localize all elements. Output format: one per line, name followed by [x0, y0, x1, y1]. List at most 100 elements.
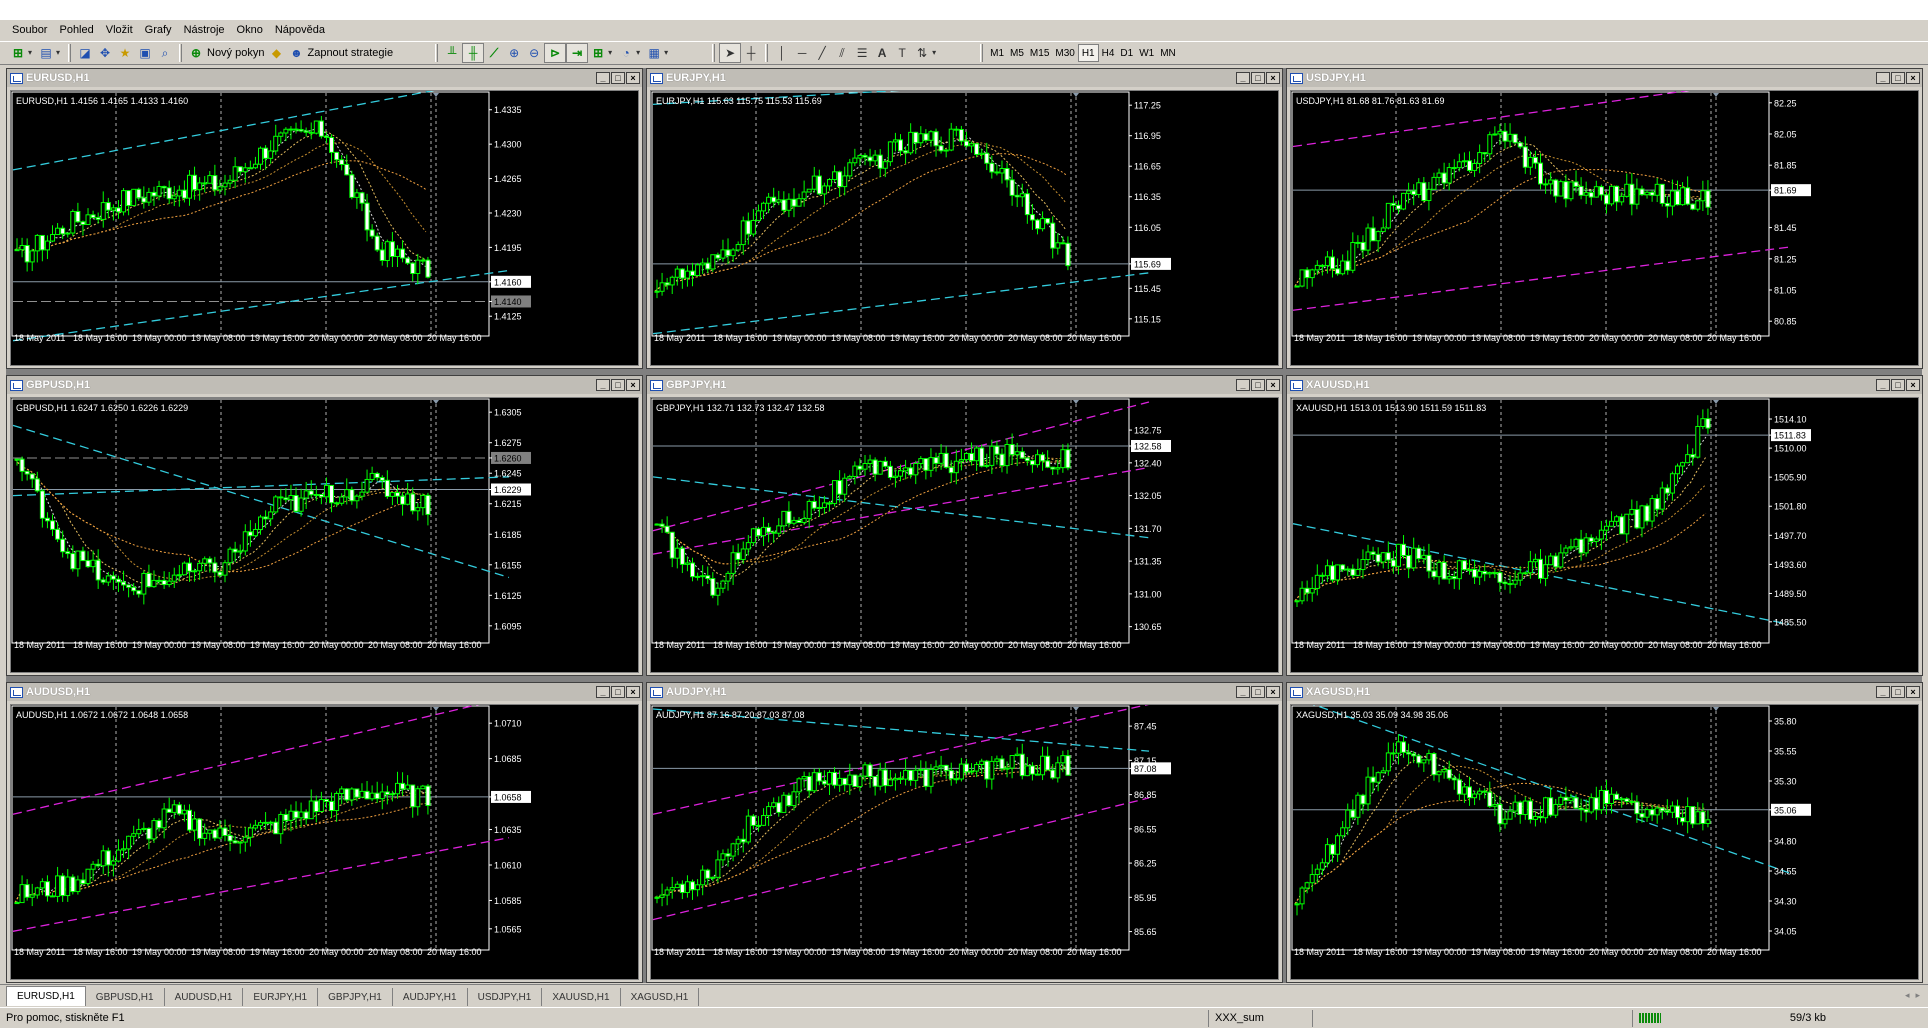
chart-window[interactable]: XAUUSD,H1 _ □ × 1514.10 1511.83 1510.00 1505.90…	[1286, 375, 1923, 676]
timeframe-button-m1[interactable]: M1	[987, 44, 1007, 62]
minimize-icon[interactable]: _	[1876, 379, 1890, 391]
timeframe-button-h4[interactable]: H4	[1099, 44, 1118, 62]
close-icon[interactable]: ×	[626, 72, 640, 84]
chart-tab[interactable]: AUDJPY,H1	[393, 988, 468, 1006]
chart-window-titlebar[interactable]: USDJPY,H1 _ □ ×	[1287, 69, 1922, 87]
horizontal-line-button[interactable]: ─	[792, 43, 812, 63]
vertical-line-button[interactable]: │	[772, 43, 792, 63]
chart-canvas[interactable]: 1.4335 1.4300 1.4265 1.4230 1.4195 1.4160 1.41…	[10, 90, 639, 366]
strategies-button[interactable]: ☻ Zapnout strategie	[286, 43, 395, 63]
maximize-icon[interactable]: □	[1891, 686, 1905, 698]
data-window-button[interactable]: ✥	[95, 43, 115, 63]
chart-tab[interactable]: EURUSD,H1	[6, 986, 86, 1006]
maximize-icon[interactable]: □	[1251, 379, 1265, 391]
market-watch-button[interactable]: ◪	[75, 43, 95, 63]
close-icon[interactable]: ×	[1906, 72, 1920, 84]
menu-item-3[interactable]: Grafy	[139, 24, 178, 36]
chart-window-titlebar[interactable]: XAGUSD,H1 _ □ ×	[1287, 683, 1922, 701]
chart-canvas[interactable]: 1514.10 1511.83 1510.00 1505.90 1501.80 1497.…	[1290, 397, 1919, 673]
chart-window[interactable]: EURUSD,H1 _ □ × 1.4335 1.4300 1.4265 1.4230 1.41…	[6, 68, 643, 369]
cursor-tool-button[interactable]: ➤	[719, 43, 742, 63]
menu-item-1[interactable]: Pohled	[53, 24, 99, 36]
minimize-icon[interactable]: _	[1876, 686, 1890, 698]
chart-window[interactable]: AUDUSD,H1 _ □ × 1.0710 1.0685 1.0658 1.0635 1.06…	[6, 682, 643, 983]
chart-tab[interactable]: XAUUSD,H1	[542, 988, 621, 1006]
templates-button[interactable]: ▦ ▾	[644, 43, 672, 63]
chart-window[interactable]: USDJPY,H1 _ □ × 82.25 82.05 81.85 81.69 81.45 81.…	[1286, 68, 1923, 369]
chart-tab[interactable]: AUDUSD,H1	[165, 988, 244, 1006]
chart-shift-button[interactable]: ⇥	[566, 43, 589, 63]
chart-window[interactable]: GBPJPY,H1 _ □ × 132.75 132.58 132.40 132.05 131.…	[646, 375, 1283, 676]
chart-window[interactable]: GBPUSD,H1 _ □ × 1.6305 1.6275 1.6260 1.6245 1.62…	[6, 375, 643, 676]
chart-window-titlebar[interactable]: GBPUSD,H1 _ □ ×	[7, 376, 642, 394]
chart-window-titlebar[interactable]: XAUUSD,H1 _ □ ×	[1287, 376, 1922, 394]
terminal-button[interactable]: ▣	[135, 43, 155, 63]
chart-window[interactable]: XAGUSD,H1 _ □ × 35.80 35.55 35.30 35.06 34.80 34.…	[1286, 682, 1923, 983]
timeframe-button-h1[interactable]: H1	[1077, 44, 1099, 62]
chart-window[interactable]: EURJPY,H1 _ □ × 117.25 116.95 116.65 116.35 116.…	[646, 68, 1283, 369]
menu-item-6[interactable]: Nápověda	[269, 24, 331, 36]
close-icon[interactable]: ×	[626, 379, 640, 391]
minimize-icon[interactable]: _	[1236, 379, 1250, 391]
chart-canvas[interactable]: 35.80 35.55 35.30 35.06 34.80 34.55 34.30 34.05…	[1290, 704, 1919, 980]
new-order-button[interactable]: ⊕ Nový pokyn	[186, 43, 266, 63]
navigator-button[interactable]: ★	[115, 43, 135, 63]
channel-button[interactable]: ⫽	[832, 43, 852, 63]
maximize-icon[interactable]: □	[1891, 379, 1905, 391]
menu-item-0[interactable]: Soubor	[6, 24, 53, 36]
timeframe-button-m30[interactable]: M30	[1052, 44, 1077, 62]
timeframe-button-mn[interactable]: MN	[1157, 44, 1179, 62]
indicators-button[interactable]: ⊞ ▾	[588, 43, 616, 63]
chart-canvas[interactable]: 1.6305 1.6275 1.6260 1.6245 1.6229 1.6215 1.61…	[10, 397, 639, 673]
scroll-right-icon[interactable]: ▸	[1915, 990, 1920, 1001]
autoscroll-button[interactable]: ⊳	[544, 43, 567, 63]
text-tool-button[interactable]: A	[872, 43, 892, 63]
maximize-icon[interactable]: □	[1251, 72, 1265, 84]
close-icon[interactable]: ×	[1266, 686, 1280, 698]
close-icon[interactable]: ×	[1906, 379, 1920, 391]
chart-tab[interactable]: USDJPY,H1	[468, 988, 543, 1006]
minimize-icon[interactable]: _	[596, 686, 610, 698]
chart-tab[interactable]: EURJPY,H1	[243, 988, 319, 1006]
profiles-button[interactable]: ▤ ▾	[36, 43, 64, 63]
zoom-in-button[interactable]: ⊕	[504, 43, 524, 63]
chart-window-titlebar[interactable]: EURJPY,H1 _ □ ×	[647, 69, 1282, 87]
timeframe-button-m5[interactable]: M5	[1007, 44, 1027, 62]
chart-window-titlebar[interactable]: AUDJPY,H1 _ □ ×	[647, 683, 1282, 701]
chart-tab[interactable]: XAGUSD,H1	[621, 988, 700, 1006]
minimize-icon[interactable]: _	[1876, 72, 1890, 84]
chart-canvas[interactable]: 117.25 116.95 116.65 116.35 116.05 115.69 115.…	[650, 90, 1279, 366]
timeframe-button-d1[interactable]: D1	[1117, 44, 1136, 62]
maximize-icon[interactable]: □	[611, 686, 625, 698]
maximize-icon[interactable]: □	[611, 72, 625, 84]
close-icon[interactable]: ×	[626, 686, 640, 698]
maximize-icon[interactable]: □	[611, 379, 625, 391]
minimize-icon[interactable]: _	[1236, 686, 1250, 698]
chart-tab[interactable]: GBPUSD,H1	[86, 988, 165, 1006]
minimize-icon[interactable]: _	[596, 379, 610, 391]
maximize-icon[interactable]: □	[1891, 72, 1905, 84]
candlestick-button[interactable]: ╫	[462, 43, 485, 63]
close-icon[interactable]: ×	[1266, 379, 1280, 391]
chart-tab[interactable]: GBPJPY,H1	[318, 988, 393, 1006]
menu-item-5[interactable]: Okno	[231, 24, 269, 36]
chart-window[interactable]: AUDJPY,H1 _ □ × 87.45 87.15 87.08 86.85 86.55 86.…	[646, 682, 1283, 983]
minimize-icon[interactable]: _	[596, 72, 610, 84]
trendline-button[interactable]: ╱	[812, 43, 832, 63]
close-icon[interactable]: ×	[1266, 72, 1280, 84]
bar-chart-button[interactable]: ╨	[442, 43, 462, 63]
zoom-out-button[interactable]: ⊖	[524, 43, 544, 63]
metaeditor-button[interactable]: ◆	[266, 43, 286, 63]
fibonacci-button[interactable]: ☰	[852, 43, 872, 63]
minimize-icon[interactable]: _	[1236, 72, 1250, 84]
new-chart-button[interactable]: ⊞ ▾	[8, 43, 36, 63]
scroll-left-icon[interactable]: ◂	[1905, 990, 1910, 1001]
timeframe-button-w1[interactable]: W1	[1136, 44, 1157, 62]
chart-window-titlebar[interactable]: GBPJPY,H1 _ □ ×	[647, 376, 1282, 394]
text-label-button[interactable]: T	[892, 43, 912, 63]
chart-window-titlebar[interactable]: AUDUSD,H1 _ □ ×	[7, 683, 642, 701]
close-icon[interactable]: ×	[1906, 686, 1920, 698]
chart-window-titlebar[interactable]: EURUSD,H1 _ □ ×	[7, 69, 642, 87]
periods-button[interactable]: ◔ ▾	[616, 43, 644, 63]
chart-canvas[interactable]: 82.25 82.05 81.85 81.69 81.45 81.25 81.05 80.85…	[1290, 90, 1919, 366]
